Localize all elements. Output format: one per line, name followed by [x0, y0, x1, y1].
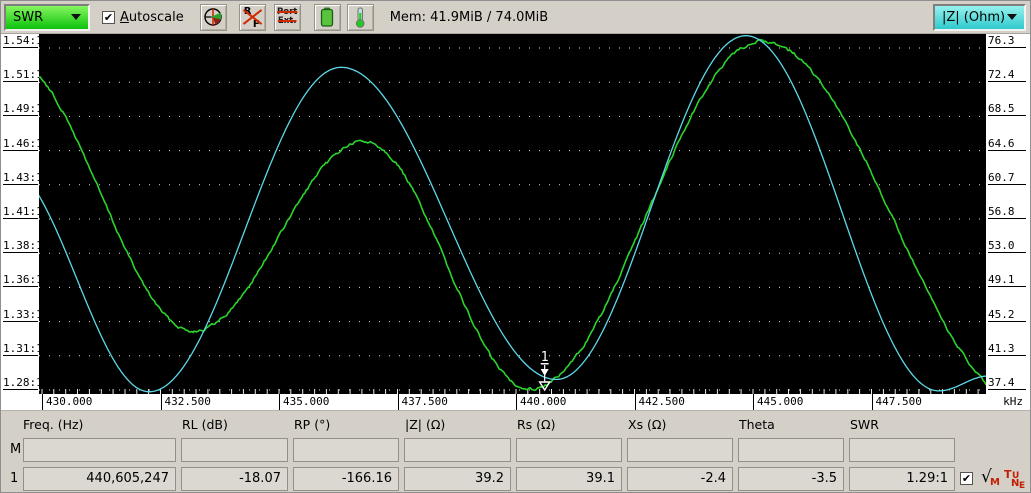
swr-tick-label: 1.28:1	[3, 376, 39, 390]
y-axis-right-impedance: 76.3 72.4 68.5 64.6 60.7 56.8 53.0 49.1 45.2 41.3…	[986, 34, 1030, 394]
cell-m-freq[interactable]	[23, 438, 176, 462]
tune-button[interactable]: T U N E	[1004, 468, 1030, 492]
battery-icon	[321, 7, 334, 27]
impedance-tick-label: 72.4	[988, 68, 1026, 83]
frequency-tick-label: 440.000	[516, 394, 566, 410]
grid	[39, 47, 986, 394]
rf-crossed-icon: R F	[242, 6, 263, 30]
vna-app-window: SWR ✔ Autoscale R F Port	[0, 0, 1031, 493]
chart-plot[interactable]: 1	[39, 34, 986, 394]
memory-status: Mem: 41.9MiB / 74.0MiB	[389, 9, 549, 25]
marker-1[interactable]: 1	[538, 350, 551, 392]
chevron-down-icon	[71, 14, 81, 20]
impedance-tick-label: 60.7	[988, 171, 1026, 185]
swr-tick-label: 1.33:1	[3, 307, 39, 322]
x-axis-unit-label: kHz	[1003, 395, 1023, 408]
cell-m-rl[interactable]	[181, 438, 288, 462]
cell-m-rs[interactable]	[516, 438, 622, 462]
impedance-tick-label: 49.1	[988, 273, 1026, 288]
trace-select-value: SWR	[13, 9, 44, 25]
frequency-tick-label: 442.500	[634, 394, 685, 410]
impedance-tick-label: 56.8	[988, 205, 1026, 219]
impedance-tick-label: 45.2	[988, 308, 1026, 322]
cell-1-rs[interactable]: 39.1	[516, 467, 622, 491]
row-label-1: 1	[10, 471, 19, 486]
impedance-select[interactable]: |Z| (Ohm)	[933, 3, 1026, 31]
chart-area: 1.54:1 1.51:1 1.49:1 1.46:1 1.43:1 1.41:1 1.38…	[1, 34, 1030, 394]
col-header-theta: Theta	[739, 417, 775, 432]
x-axis-frequency: 430.000 432.500 435.000 437.500 440.000 442.5…	[1, 394, 1030, 411]
swr-tick-label: 1.38:1	[3, 239, 39, 254]
port-ext-crossed-icon: Port Ext.	[277, 7, 298, 26]
col-header-rp: RP (°)	[294, 417, 331, 432]
trace-select[interactable]: SWR	[4, 3, 90, 31]
swr-tick-label: 1.43:1	[3, 170, 39, 185]
rf-off-button[interactable]: R F	[238, 3, 266, 31]
impedance-tick-label: 76.3	[988, 34, 1026, 48]
svg-text:1: 1	[541, 350, 549, 365]
col-header-freq: Freq. (Hz)	[23, 417, 84, 432]
cell-m-swr[interactable]	[849, 438, 955, 462]
swr-tick-label: 1.51:1	[3, 68, 39, 83]
col-header-swr: SWR	[850, 417, 879, 432]
swr-tick-label: 1.41:1	[3, 205, 39, 219]
cell-1-xs[interactable]: -2.4	[627, 467, 733, 491]
cell-1-rp[interactable]: -166.16	[293, 467, 399, 491]
marker-math-button[interactable]: √ M	[981, 467, 1001, 492]
swr-tick-label: 1.54:1	[3, 34, 39, 48]
cell-m-z[interactable]	[404, 438, 511, 462]
impedance-select-value: |Z| (Ohm)	[942, 9, 1006, 25]
cell-m-xs[interactable]	[627, 438, 733, 462]
frequency-tick-label: 447.500	[871, 394, 922, 410]
frequency-tick-label: 435.000	[279, 394, 329, 410]
plot-area[interactable]: 1	[39, 34, 986, 394]
swr-tick-label: 1.36:1	[3, 273, 39, 288]
temperature-button[interactable]	[346, 3, 374, 31]
impedance-tick-label: 64.6	[988, 137, 1026, 151]
col-header-xs: Xs (Ω)	[628, 417, 667, 432]
swr-tick-label: 1.31:1	[3, 341, 39, 356]
cell-1-freq[interactable]: 440,605,247	[23, 467, 176, 491]
impedance-trace	[39, 35, 986, 393]
cell-1-theta[interactable]: -3.5	[738, 467, 844, 491]
frequency-tick-label: 437.500	[397, 394, 448, 410]
marker-table: Freq. (Hz) RL (dB) RP (°) |Z| (Ω) Rs (Ω)…	[1, 411, 1030, 492]
frequency-tick-label: 445.000	[753, 394, 803, 410]
autoscale-label: Autoscale	[120, 9, 184, 25]
autoscale-control[interactable]: ✔ Autoscale	[102, 10, 184, 25]
frequency-tick-label: 432.500	[160, 394, 211, 410]
cell-1-swr[interactable]: 1.29:1	[849, 467, 955, 491]
polar-display-button[interactable]	[199, 3, 227, 31]
cell-m-rp[interactable]	[293, 438, 399, 462]
chevron-down-icon	[1007, 14, 1017, 20]
swr-tick-label: 1.46:1	[3, 136, 39, 151]
cell-m-theta[interactable]	[738, 438, 844, 462]
battery-button[interactable]	[313, 3, 341, 31]
frequency-tick-label: 430.000	[42, 394, 92, 410]
impedance-tick-label: 37.4	[988, 376, 1026, 390]
col-header-rl: RL (dB)	[182, 417, 228, 432]
marker1-visible-checkbox[interactable]: ✔	[960, 472, 973, 485]
impedance-tick-label: 41.3	[988, 342, 1026, 356]
cell-1-rl[interactable]: -18.07	[181, 467, 288, 491]
cell-1-z[interactable]: 39.2	[404, 467, 511, 491]
col-header-z: |Z| (Ω)	[405, 417, 446, 432]
y-axis-left-swr: 1.54:1 1.51:1 1.49:1 1.46:1 1.43:1 1.41:1 1.38…	[1, 34, 39, 394]
autoscale-checkbox[interactable]: ✔	[102, 10, 115, 24]
toolbar: SWR ✔ Autoscale R F Port	[1, 1, 1030, 34]
impedance-tick-label: 53.0	[988, 239, 1026, 254]
impedance-tick-label: 68.5	[988, 102, 1026, 117]
col-header-rs: Rs (Ω)	[517, 417, 556, 432]
swr-tick-label: 1.49:1	[3, 102, 39, 117]
thermometer-icon	[356, 7, 365, 28]
polar-chart-icon	[204, 8, 222, 26]
port-extension-button[interactable]: Port Ext.	[273, 3, 301, 31]
row-label-m: M	[10, 442, 22, 457]
